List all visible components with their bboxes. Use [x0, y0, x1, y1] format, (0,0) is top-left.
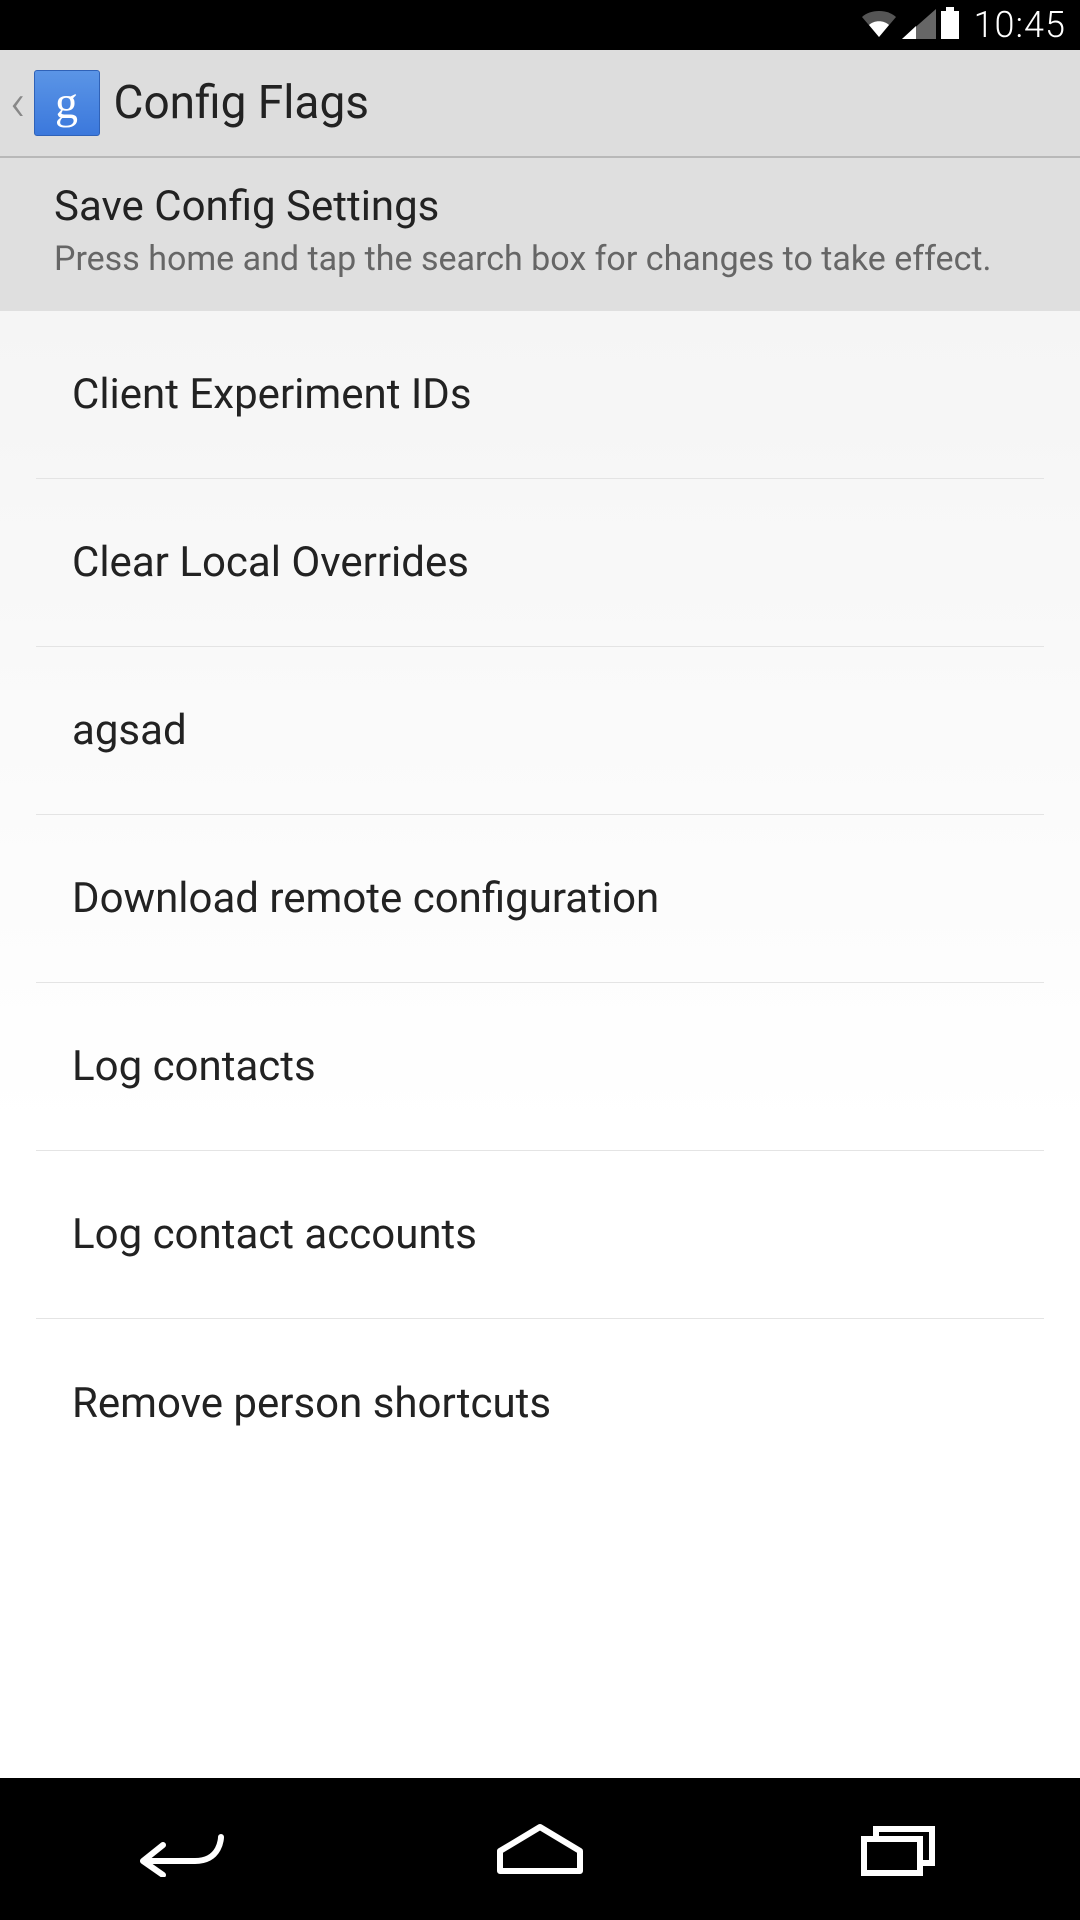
list-item-log-contact-accounts[interactable]: Log contact accounts	[36, 1151, 1044, 1319]
item-title: Download remote configuration	[72, 874, 1008, 923]
item-title: Remove person shortcuts	[72, 1379, 1008, 1428]
list-item-log-contacts[interactable]: Log contacts	[36, 983, 1044, 1151]
list-item-agsad[interactable]: agsad	[36, 647, 1044, 815]
item-title: Log contact accounts	[72, 1210, 1008, 1259]
item-title: agsad	[72, 706, 1008, 755]
cell-signal-icon	[902, 9, 936, 43]
list-item-client-experiment-ids[interactable]: Client Experiment IDs	[36, 311, 1044, 479]
list-item-download-remote-configuration[interactable]: Download remote configuration	[36, 815, 1044, 983]
item-title: Client Experiment IDs	[72, 370, 1008, 419]
item-subtitle: Press home and tap the search box for ch…	[54, 237, 1044, 281]
action-bar: ‹ g Config Flags	[0, 50, 1080, 158]
app-icon[interactable]: g	[34, 70, 100, 136]
status-bar: 10:45	[0, 0, 1080, 50]
status-icons	[860, 7, 960, 43]
action-bar-title: Config Flags	[114, 76, 370, 130]
save-config-settings[interactable]: Save Config Settings Press home and tap …	[0, 158, 1080, 311]
list-item-clear-local-overrides[interactable]: Clear Local Overrides	[36, 479, 1044, 647]
nav-recent-button[interactable]	[820, 1814, 980, 1884]
nav-back-button[interactable]	[100, 1814, 260, 1884]
wifi-icon	[860, 9, 898, 43]
status-time: 10:45	[974, 4, 1066, 46]
list-item-remove-person-shortcuts[interactable]: Remove person shortcuts	[36, 1319, 1044, 1487]
back-icon[interactable]: ‹	[10, 77, 26, 129]
content: Save Config Settings Press home and tap …	[0, 158, 1080, 1778]
navigation-bar	[0, 1778, 1080, 1920]
app-icon-letter: g	[55, 80, 78, 126]
item-title: Save Config Settings	[54, 182, 1044, 231]
item-title: Clear Local Overrides	[72, 538, 1008, 587]
nav-home-button[interactable]	[460, 1814, 620, 1884]
battery-icon	[940, 7, 960, 43]
item-title: Log contacts	[72, 1042, 1008, 1091]
